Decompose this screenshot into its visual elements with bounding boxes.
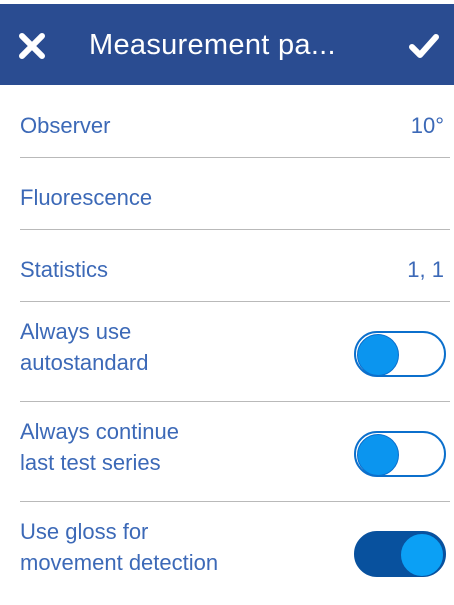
gloss-detection-label: Use gloss for movement detection xyxy=(20,516,300,578)
autostandard-toggle[interactable] xyxy=(354,331,446,377)
gloss-detection-toggle[interactable] xyxy=(354,531,446,577)
continue-series-toggle[interactable] xyxy=(354,431,446,477)
gloss-detection-label-line1: Use gloss for xyxy=(20,519,149,544)
close-x-icon xyxy=(19,32,45,59)
toggle-knob xyxy=(357,334,399,376)
header-bar: Measurement pa... xyxy=(0,4,454,85)
toggle-knob xyxy=(401,534,443,576)
autostandard-label: Always use autostandard xyxy=(20,316,300,378)
statistics-value: 1, 1 xyxy=(407,257,444,282)
continue-series-label-line1: Always continue xyxy=(20,419,179,444)
close-button[interactable] xyxy=(10,6,54,85)
statistics-row[interactable]: Statistics 1, 1 xyxy=(20,230,450,302)
observer-row[interactable]: Observer 10° xyxy=(20,86,450,158)
gloss-detection-label-line2: movement detection xyxy=(20,550,219,575)
checkmark-icon xyxy=(409,33,439,58)
continue-series-label: Always continue last test series xyxy=(20,416,300,478)
gloss-detection-row: Use gloss for movement detection xyxy=(20,502,450,600)
observer-value: 10° xyxy=(410,113,444,138)
autostandard-label-line1: Always use xyxy=(20,319,132,344)
autostandard-row: Always use autostandard xyxy=(20,302,450,402)
settings-list: Observer 10° Fluorescence Statistics 1, … xyxy=(0,86,454,600)
fluorescence-label: Fluorescence xyxy=(20,185,153,210)
toggle-knob xyxy=(357,434,399,476)
measurement-parameters-screen: Measurement pa... Observer 10° Fluoresce… xyxy=(0,0,454,605)
fluorescence-row[interactable]: Fluorescence xyxy=(20,158,450,230)
continue-series-label-line2: last test series xyxy=(20,450,161,475)
confirm-button[interactable] xyxy=(402,6,446,85)
autostandard-label-line2: autostandard xyxy=(20,350,149,375)
statistics-label: Statistics xyxy=(20,257,109,282)
observer-label: Observer xyxy=(20,113,111,138)
continue-series-row: Always continue last test series xyxy=(20,402,450,502)
page-title: Measurement pa... xyxy=(89,29,336,61)
